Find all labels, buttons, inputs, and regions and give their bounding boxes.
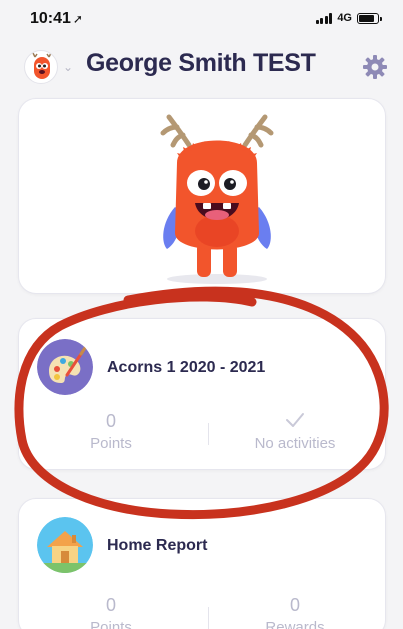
- monster-avatar-icon: [32, 52, 52, 79]
- status-bar: 10:41 ➚ 4G: [0, 0, 403, 34]
- report-points-stat: 0 Points: [19, 595, 203, 629]
- header: ⌄ George Smith TEST: [0, 40, 403, 88]
- checkmark-icon: [203, 411, 387, 433]
- avatar-card[interactable]: [18, 98, 386, 294]
- home-report-title: Home Report: [107, 537, 208, 554]
- network-type: 4G: [337, 12, 352, 24]
- class-card[interactable]: Acorns 1 2020 - 2021 0 Points No activit…: [18, 318, 386, 470]
- report-rewards-label: Rewards: [265, 619, 325, 629]
- monster-character-image: [160, 114, 274, 284]
- battery-icon: [357, 12, 382, 24]
- status-indicators: 4G: [315, 12, 382, 24]
- report-rewards-stat: 0 Rewards: [203, 595, 387, 629]
- status-time: 10:41 ➚: [30, 10, 83, 28]
- class-name: Acorns 1 2020 - 2021: [107, 359, 266, 376]
- house-icon: [37, 517, 93, 573]
- report-points-label: Points: [90, 619, 132, 629]
- class-points-label: Points: [90, 435, 132, 452]
- student-avatar[interactable]: [24, 50, 58, 84]
- gear-icon[interactable]: [361, 53, 389, 81]
- class-activities-stat: No activities: [203, 411, 387, 452]
- signal-icon: [315, 12, 333, 24]
- paint-palette-icon: [37, 339, 93, 395]
- no-activities-label: No activities: [254, 435, 336, 452]
- report-points-value: 0: [105, 595, 116, 615]
- report-rewards-value: 0: [289, 595, 300, 615]
- home-report-card[interactable]: Home Report 0 Points 0 Rewards: [18, 498, 386, 629]
- student-name-title: George Smith TEST: [86, 49, 316, 77]
- class-points-value: 0: [105, 411, 116, 431]
- location-arrow-icon: ➚: [72, 12, 83, 26]
- status-time-text: 10:41: [30, 10, 71, 27]
- class-points-stat: 0 Points: [19, 411, 203, 452]
- chevron-down-icon[interactable]: ⌄: [63, 60, 73, 74]
